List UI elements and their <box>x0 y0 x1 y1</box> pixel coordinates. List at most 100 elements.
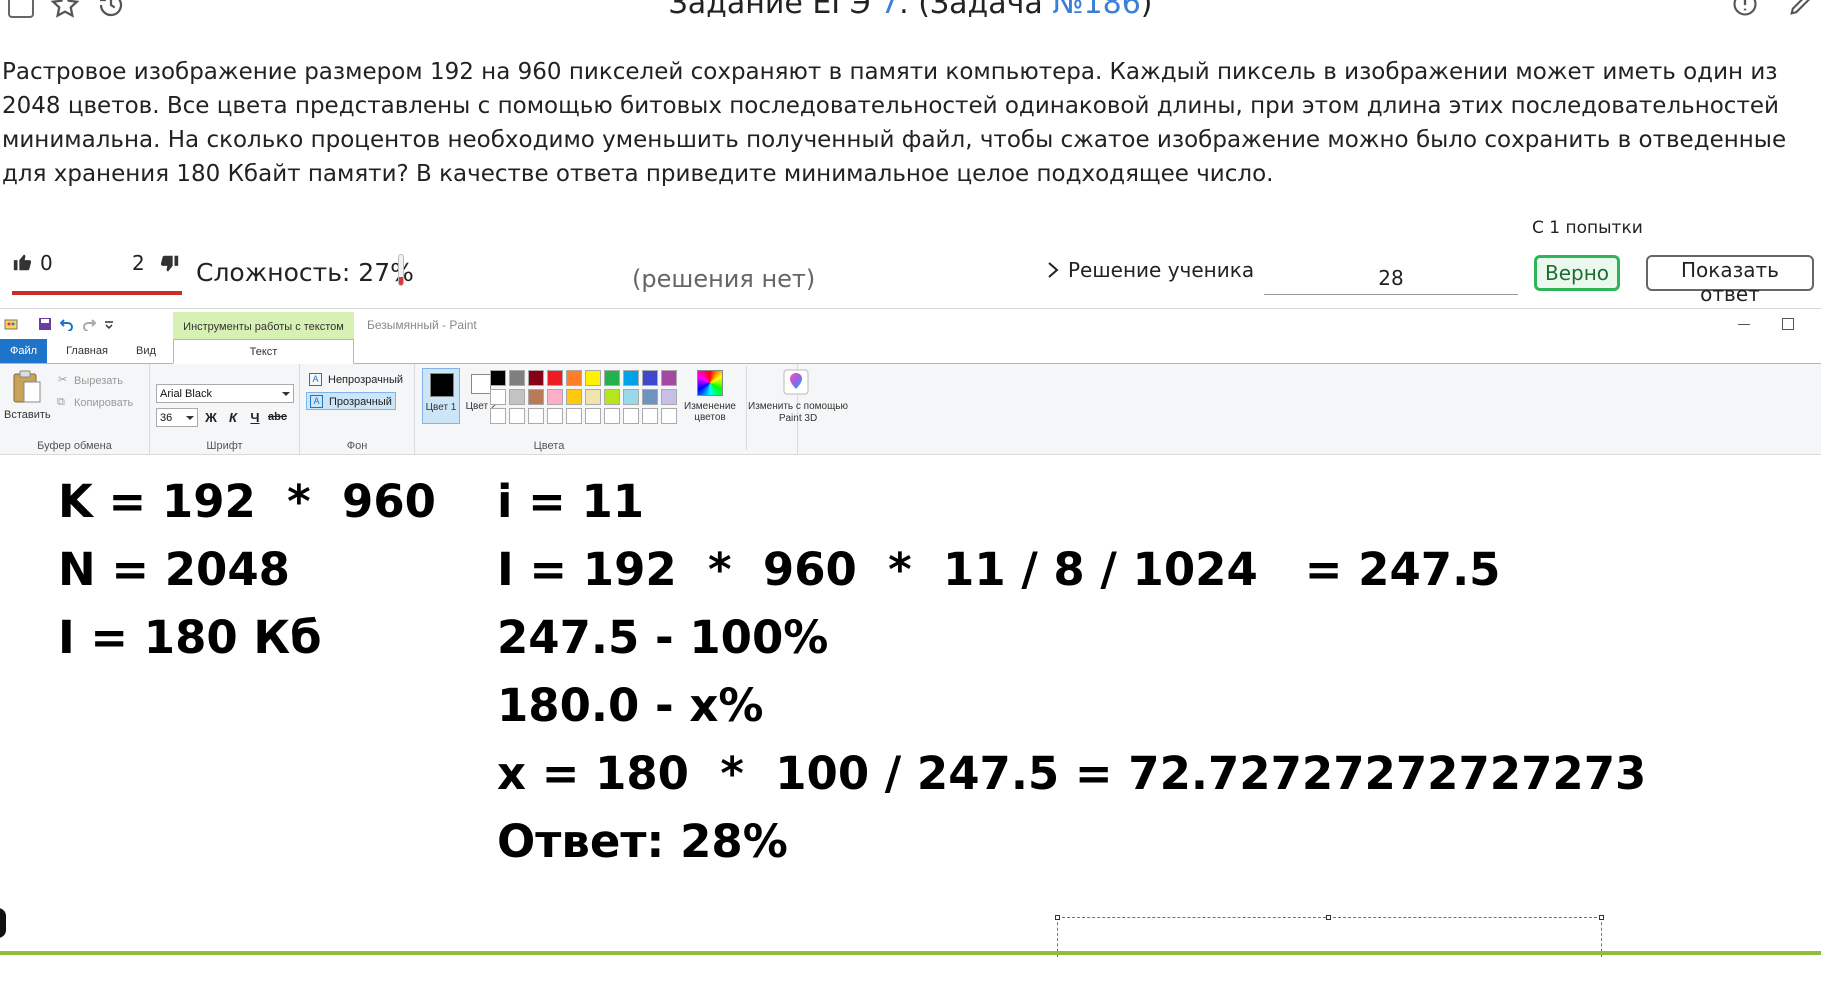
palette-swatch[interactable] <box>528 408 544 424</box>
font-group-label: Шрифт <box>206 440 243 452</box>
divider <box>746 366 747 450</box>
palette-swatch[interactable] <box>490 408 506 424</box>
palette-swatch[interactable] <box>490 389 506 405</box>
title-prefix: Задание ЕГЭ <box>668 0 881 21</box>
palette-swatch[interactable] <box>642 370 658 386</box>
opaque-label: Непрозрачный <box>328 374 404 386</box>
colors-group-label: Цвета <box>533 440 565 452</box>
header-actions <box>1731 0 1815 18</box>
palette-swatch[interactable] <box>585 389 601 405</box>
opaque-option[interactable]: A Непрозрачный <box>306 371 406 389</box>
palette-swatch[interactable] <box>509 408 525 424</box>
color1-button[interactable]: Цвет 1 <box>422 368 460 424</box>
resize-handle[interactable] <box>1055 915 1060 920</box>
tab-home[interactable]: Главная <box>57 339 117 363</box>
resize-handle[interactable] <box>1326 915 1331 920</box>
show-answer-button[interactable]: Показать ответ <box>1646 255 1814 306</box>
palette-swatch[interactable] <box>566 408 582 424</box>
minimize-icon[interactable] <box>1738 324 1750 325</box>
font-size-select[interactable]: 36 <box>156 408 198 427</box>
palette-swatch[interactable] <box>566 370 582 386</box>
canvas-text-i-kb: I = 180 Кб <box>58 611 322 664</box>
canvas-border <box>0 951 1821 955</box>
ribbon: Вставить ✂ Вырезать ⧉ Копировать Буфер о… <box>0 364 1821 455</box>
rating-block: 0 2 <box>12 249 182 295</box>
palette-swatch[interactable] <box>528 370 544 386</box>
edit-icon[interactable] <box>1787 0 1815 18</box>
canvas-text-p1: 247.5 - 100% <box>497 611 829 664</box>
paste-button[interactable]: Вставить <box>0 364 52 434</box>
strikethrough-button[interactable]: abc <box>268 408 287 427</box>
color2-swatch <box>471 374 491 394</box>
mouse-cursor <box>0 908 6 938</box>
customize-toolbar-icon[interactable] <box>102 317 116 331</box>
drawing-canvas[interactable]: K = 192 * 960 N = 2048 I = 180 Кб i = 11… <box>0 455 1821 957</box>
palette-swatch[interactable] <box>547 389 563 405</box>
title-middle: . (Задача <box>899 0 1053 21</box>
italic-button[interactable]: К <box>224 408 242 427</box>
paste-icon <box>13 370 41 403</box>
palette-swatch[interactable] <box>509 389 525 405</box>
palette-swatch[interactable] <box>490 370 506 386</box>
tab-view[interactable]: Вид <box>126 339 166 363</box>
palette-swatch[interactable] <box>661 370 677 386</box>
edit-colors-button[interactable]: Изменение цветов <box>680 368 740 424</box>
ribbon-tabs: Файл Главная Вид Текст <box>0 339 1821 364</box>
canvas-text-i-calc: I = 192 * 960 * 11 / 8 / 1024 = 247.5 <box>497 543 1501 596</box>
clipboard-group-label: Буфер обмена <box>37 440 112 452</box>
transparent-option[interactable]: A Прозрачный <box>306 392 396 410</box>
save-icon[interactable] <box>38 317 52 331</box>
palette-swatch[interactable] <box>547 370 563 386</box>
canvas-text-answer: Ответ: 28% <box>497 815 788 868</box>
palette-swatch[interactable] <box>623 408 639 424</box>
title-suffix: ) <box>1140 0 1153 21</box>
likes-count: 0 <box>40 251 53 275</box>
copy-button[interactable]: Копировать <box>74 397 133 409</box>
palette-swatch[interactable] <box>661 389 677 405</box>
answer-input[interactable] <box>1264 262 1518 295</box>
problem-number-link[interactable]: №186 <box>1052 0 1140 21</box>
undo-icon[interactable] <box>60 317 74 331</box>
maximize-icon[interactable] <box>1782 318 1794 330</box>
chevron-down-icon <box>282 392 290 396</box>
info-icon[interactable] <box>1731 0 1759 18</box>
tab-file[interactable]: Файл <box>0 339 47 363</box>
font-size-value: 36 <box>160 412 173 424</box>
font-family-value: Arial Black <box>160 388 212 400</box>
palette-swatch[interactable] <box>528 389 544 405</box>
edit-colors-label: Изменение цветов <box>684 401 736 423</box>
text-tools-header: Инструменты работы с текстом <box>173 312 354 339</box>
palette-swatch[interactable] <box>509 370 525 386</box>
difficulty-bar <box>398 254 404 286</box>
palette-swatch[interactable] <box>604 408 620 424</box>
underline-button[interactable]: Ч <box>246 408 264 427</box>
palette-swatch[interactable] <box>642 408 658 424</box>
palette-swatch[interactable] <box>604 370 620 386</box>
palette-swatch[interactable] <box>661 408 677 424</box>
palette-swatch[interactable] <box>623 389 639 405</box>
student-solution-toggle[interactable]: Решение ученика <box>1046 258 1254 282</box>
palette-swatch[interactable] <box>585 370 601 386</box>
font-family-select[interactable]: Arial Black <box>156 384 294 403</box>
palette-swatch[interactable] <box>623 370 639 386</box>
palette-swatch[interactable] <box>566 389 582 405</box>
resize-handle[interactable] <box>1599 915 1604 920</box>
thumbs-down-icon[interactable] <box>158 253 180 275</box>
paint3d-button[interactable]: Изменить с помощью Paint 3D <box>748 364 848 434</box>
correct-button[interactable]: Верно <box>1534 255 1620 291</box>
canvas-text-n: N = 2048 <box>58 543 290 596</box>
task-number-link[interactable]: 7 <box>880 0 899 21</box>
palette-swatch[interactable] <box>585 408 601 424</box>
cut-button[interactable]: Вырезать <box>74 375 123 387</box>
palette-swatch[interactable] <box>547 408 563 424</box>
redo-icon[interactable] <box>82 317 96 331</box>
palette-swatch[interactable] <box>604 389 620 405</box>
thumbs-up-icon[interactable] <box>12 251 34 273</box>
bold-button[interactable]: Ж <box>202 408 220 427</box>
paint-app-icon[interactable] <box>4 317 18 331</box>
tab-text[interactable]: Текст <box>173 339 354 364</box>
canvas-text-p2: 180.0 - x% <box>497 679 764 732</box>
paint3d-icon <box>783 369 809 395</box>
palette-swatch[interactable] <box>642 389 658 405</box>
copy-icon: ⧉ <box>57 396 65 408</box>
